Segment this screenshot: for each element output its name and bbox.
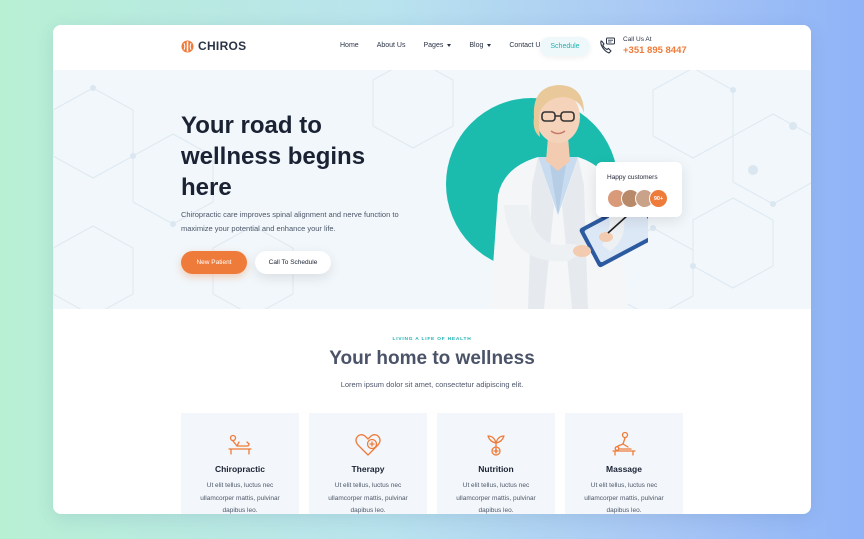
plant-icon [487,435,505,456]
hero-description: Chiropractic care improves spinal alignm… [181,210,399,233]
card-text: Ut elit tellus, luctus nec ullamcorper m… [584,482,664,514]
hero-section: Your road to wellness begins here Chirop… [53,70,811,309]
card-title: Chiropractic [214,464,266,474]
happy-customers-label: Happy customers [607,174,658,181]
hero-title: Your road to wellness begins here [181,112,366,201]
section-subtitle: Lorem ipsum dolor sit amet, consectetur … [340,380,524,389]
nav-label: Pages [423,42,444,49]
main-nav: Home About Us Pages Blog Contact Us [340,42,562,49]
service-card-chiropractic[interactable]: Chiropractic Ut elit tellus, luctus nec … [181,413,299,514]
nav-item-contact[interactable]: Contact Us [509,42,544,49]
heart-brain-icon [355,434,381,456]
card-text: Ut elit tellus, luctus nec ullamcorper m… [200,482,280,514]
call-to-schedule-button[interactable]: Call To Schedule [255,251,331,274]
customer-count-badge: 90+ [649,189,668,208]
service-card-massage[interactable]: Massage Ut elit tellus, luctus nec ullam… [565,413,683,514]
nav-item-pages[interactable]: Pages [423,42,452,49]
chiropractic-bed-icon [228,434,252,455]
browser-frame: CHIROS Home About Us Pages Blog Contact … [53,25,811,514]
call-number[interactable]: +351 895 8447 [623,45,687,56]
chevron-down-icon [487,44,492,47]
avatar-group: 90+ [607,189,668,208]
nav-label: Blog [469,42,484,49]
chevron-down-icon [447,44,452,47]
logo-icon [181,39,194,53]
services-cards: Chiropractic Ut elit tellus, luctus nec … [181,413,683,514]
service-card-therapy[interactable]: Therapy Ut elit tellus, luctus nec ullam… [309,413,427,514]
site-header: CHIROS Home About Us Pages Blog Contact … [53,25,811,70]
nav-item-home[interactable]: Home [340,42,359,49]
section-eyebrow: LIVING A LIFE OF HEALTH [392,337,472,342]
nav-item-about[interactable]: About Us [377,42,406,49]
call-label: Call Us At [623,36,652,43]
card-title: Nutrition [478,464,514,474]
logo-text: CHIROS [198,39,247,53]
card-text: Ut elit tellus, luctus nec ullamcorper m… [456,482,536,514]
schedule-button[interactable]: Schedule [540,37,590,56]
new-patient-button[interactable]: New Patient [181,251,247,274]
happy-customers-card: Happy customers 90+ [596,162,682,217]
logo[interactable]: CHIROS [181,39,246,53]
service-card-nutrition[interactable]: Nutrition Ut elit tellus, luctus nec ull… [437,413,555,514]
hexagon-pattern [53,70,811,309]
card-title: Therapy [351,464,385,474]
nav-label: Contact Us [509,42,544,49]
nav-label: Home [340,42,359,49]
section-title: Your home to wellness [329,348,535,369]
massage-icon [612,431,636,456]
call-info[interactable]: Call Us At +351 895 8447 [597,36,687,56]
phone-icon [600,37,615,54]
nav-item-blog[interactable]: Blog [469,42,492,49]
card-text: Ut elit tellus, luctus nec ullamcorper m… [328,482,408,514]
card-title: Massage [606,464,642,474]
nav-label: About Us [376,42,406,49]
